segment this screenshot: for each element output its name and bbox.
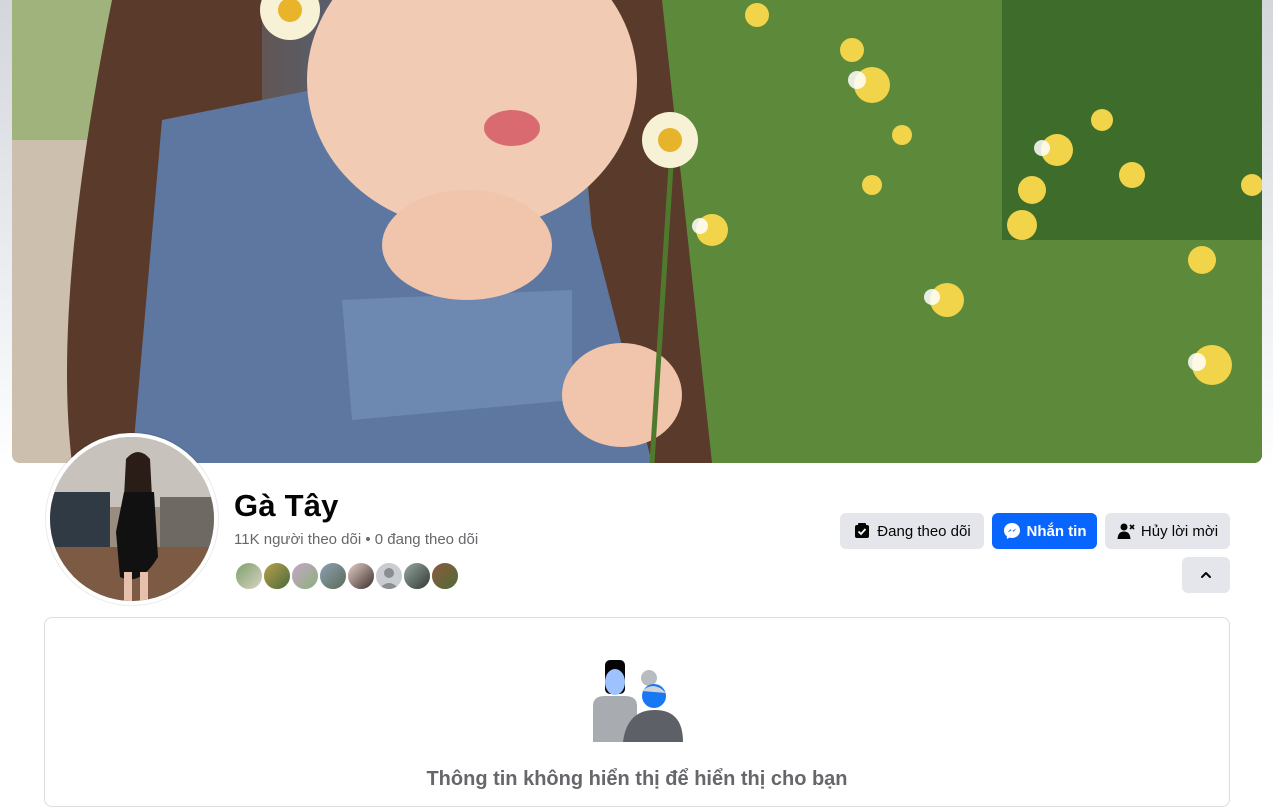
profile-content-card: Thông tin không hiển thị để hiển thị cho… [44, 617, 1230, 807]
people-illustration-icon [593, 660, 683, 742]
friend-avatar[interactable] [262, 561, 292, 591]
cancel-invite-button[interactable]: Hủy lời mời [1105, 513, 1230, 549]
messenger-icon [1003, 522, 1021, 540]
friend-avatar[interactable] [234, 561, 264, 591]
default-user-icon [379, 568, 399, 589]
avatar-image [50, 437, 214, 601]
friend-avatar[interactable] [318, 561, 348, 591]
friend-avatar[interactable] [402, 561, 432, 591]
profile-name: Gà Tây [234, 488, 339, 523]
friend-avatar-default[interactable] [374, 561, 404, 591]
cover-photo[interactable] [12, 0, 1262, 463]
friend-avatar[interactable] [346, 561, 376, 591]
collapse-button[interactable] [1182, 557, 1230, 593]
profile-avatar[interactable] [46, 433, 218, 605]
cancel-invite-button-label: Hủy lời mời [1140, 522, 1219, 540]
message-button[interactable]: Nhắn tin [992, 513, 1097, 549]
followers-count[interactable]: 11K người theo dõi • 0 đang theo dõi [234, 531, 478, 548]
following-button-label: Đang theo dõi [877, 522, 971, 540]
message-button-label: Nhắn tin [1026, 522, 1087, 540]
friend-avatar[interactable] [290, 561, 320, 591]
following-check-icon [853, 522, 871, 540]
following-button[interactable]: Đang theo dõi [840, 513, 984, 549]
friend-avatar[interactable] [430, 561, 460, 591]
empty-state-message: Thông tin không hiển thị để hiển thị cho… [426, 768, 848, 790]
chevron-up-icon [1199, 568, 1213, 582]
user-remove-icon [1117, 522, 1135, 540]
cover-photo-image [12, 0, 1262, 463]
